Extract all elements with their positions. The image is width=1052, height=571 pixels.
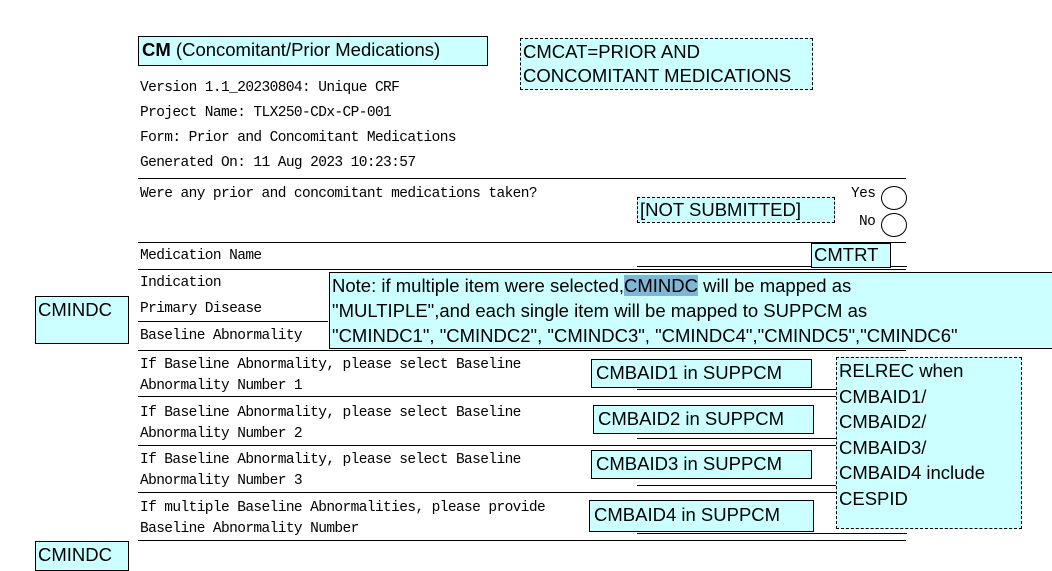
baseline-row-4-input-line[interactable] bbox=[637, 533, 907, 534]
divider bbox=[138, 269, 906, 270]
divider bbox=[138, 445, 906, 446]
baseline-row-4-label: If multiple Baseline Abnormalities, plea… bbox=[140, 500, 546, 537]
divider bbox=[138, 178, 906, 179]
domain-name: (Concomitant/Prior Medications) bbox=[175, 39, 441, 60]
indication-label: Indication bbox=[140, 275, 222, 291]
option-yes-label: Yes bbox=[851, 186, 876, 202]
not-submitted-annotation: [NOT SUBMITTED] bbox=[637, 197, 835, 223]
baseline-row-1-label: If Baseline Abnormality, please select B… bbox=[140, 357, 521, 394]
primary-disease-label: Primary Disease bbox=[140, 301, 262, 317]
note-line-1: Note: if multiple item were selected,CMI… bbox=[332, 275, 852, 296]
category-annotation-line2: CONCOMITANT MEDICATIONS bbox=[523, 65, 792, 86]
bottom-var-annotation: CMINDC bbox=[35, 541, 129, 571]
note-highlight: CMINDC bbox=[624, 275, 699, 296]
baseline-row-4-var: CMBAID4 in SUPPCM bbox=[589, 500, 814, 532]
option-no-label: No bbox=[859, 214, 876, 230]
divider bbox=[138, 492, 906, 493]
medication-var-annotation: CMTRT bbox=[811, 243, 891, 268]
baseline-row-1-var: CMBAID1 in SUPPCM bbox=[591, 359, 812, 388]
note-line-3: "CMINDC1", "CMINDC2", "CMINDC3", "CMINDC… bbox=[332, 325, 958, 346]
option-yes-radio[interactable] bbox=[881, 186, 907, 210]
generated-text: Generated On: 11 Aug 2023 10:23:57 bbox=[140, 155, 416, 171]
relrec-annotation: RELREC when CMBAID1/ CMBAID2/ CMBAID3/ C… bbox=[836, 357, 1022, 529]
domain-title-box: CM (Concomitant/Prior Medications) bbox=[138, 36, 488, 66]
baseline-row-3-var: CMBAID3 in SUPPCM bbox=[591, 450, 812, 479]
form-text: Form: Prior and Concomitant Medications bbox=[140, 130, 457, 146]
indication-mapping-note: Note: if multiple item were selected,CMI… bbox=[329, 272, 1052, 349]
divider bbox=[138, 242, 906, 243]
baseline-row-3-label: If Baseline Abnormality, please select B… bbox=[140, 452, 521, 489]
project-text: Project Name: TLX250-CDx-CP-001 bbox=[140, 105, 392, 121]
question-text: Were any prior and concomitant medicatio… bbox=[140, 186, 538, 202]
divider bbox=[138, 350, 906, 351]
option-no-radio[interactable] bbox=[881, 213, 907, 237]
medication-name-label: Medication Name bbox=[140, 248, 262, 264]
primary-disease-underline bbox=[138, 321, 328, 322]
divider bbox=[138, 396, 906, 397]
domain-code: CM bbox=[142, 39, 171, 60]
baseline-row-2-var: CMBAID2 in SUPPCM bbox=[593, 405, 814, 434]
category-annotation-line1: CMCAT=PRIOR AND bbox=[523, 41, 700, 62]
divider bbox=[138, 540, 906, 541]
note-line-2: "MULTIPLE",and each single item will be … bbox=[332, 300, 868, 321]
version-text: Version 1.1_20230804: Unique CRF bbox=[140, 80, 400, 96]
baseline-row-2-label: If Baseline Abnormality, please select B… bbox=[140, 405, 521, 442]
indication-var-annotation: CMINDC bbox=[35, 296, 129, 344]
category-annotation: CMCAT=PRIOR AND CONCOMITANT MEDICATIONS bbox=[520, 38, 813, 90]
baseline-abnormality-label: Baseline Abnormality bbox=[140, 328, 303, 344]
